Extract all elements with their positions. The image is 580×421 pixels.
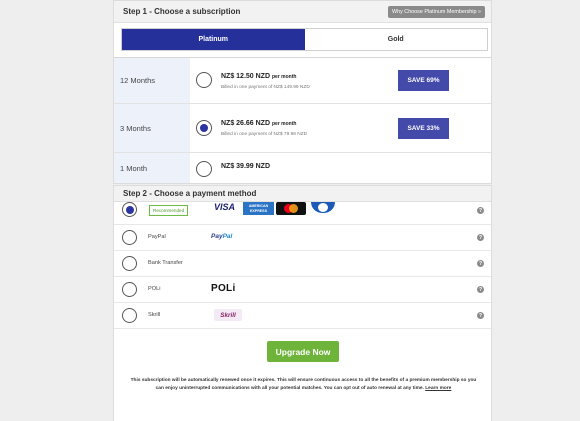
plan-tabs: Platinum Gold	[121, 28, 488, 51]
tab-gold[interactable]: Gold	[304, 29, 487, 50]
learn-more-link[interactable]: Learn more	[425, 386, 451, 391]
payment-method-paypal[interactable]: PayPal PayPal ?	[114, 225, 491, 251]
plan-term-label: 1 Month	[114, 153, 190, 183]
subscription-card: Step 1 - Choose a subscription Why Choos…	[113, 0, 492, 184]
payment-radio-paypal[interactable]	[122, 230, 137, 245]
plan-billed-note: Billed in one payment of NZ$ 79.98 NZD	[221, 132, 308, 137]
upgrade-now-button[interactable]: Upgrade Now	[267, 341, 339, 362]
payment-method-name: POLi	[148, 286, 161, 292]
plan-row-3-months[interactable]: 3 Months NZ$ 26.66 NZD per month Billed …	[114, 103, 491, 152]
paypal-logo-pay: Pay	[211, 233, 223, 240]
save-badge-3-months: SAVE 33%	[398, 118, 449, 139]
tab-platinum[interactable]: Platinum	[122, 29, 305, 50]
step1-header: Step 1 - Choose a subscription Why Choos…	[114, 1, 491, 23]
plan-price-value: NZ$ 26.66 NZD	[221, 120, 271, 127]
payment-radio-skrill[interactable]	[122, 308, 137, 323]
payment-method-poli[interactable]: POLi POLi ?	[114, 277, 491, 303]
payment-method-name: PayPal	[148, 234, 166, 240]
plan-list: 12 Months NZ$ 12.50 NZD per month Billed…	[114, 57, 491, 183]
recommended-badge: Recommended	[149, 205, 189, 216]
payment-radio-bank-transfer[interactable]	[122, 256, 137, 271]
mastercard-icon	[276, 202, 306, 215]
payment-method-name: Skrill	[148, 312, 161, 318]
poli-logo: POLi	[211, 283, 236, 294]
plan-price-per: per month	[271, 121, 297, 127]
payment-radio-card[interactable]	[122, 202, 137, 217]
payment-method-bank-transfer[interactable]: Bank Transfer ?	[114, 251, 491, 277]
payment-radio-poli[interactable]	[122, 282, 137, 297]
plan-radio-12-months[interactable]	[196, 72, 212, 88]
help-icon[interactable]: ?	[477, 286, 484, 293]
plan-body: NZ$ 12.50 NZD per month Billed in one pa…	[190, 58, 491, 103]
plan-body: NZ$ 26.66 NZD per month Billed in one pa…	[190, 104, 491, 152]
auto-renew-note: This subscription will be automatically …	[126, 377, 481, 392]
help-icon[interactable]: ?	[477, 207, 484, 214]
paypal-logo: PayPal	[211, 233, 232, 240]
skrill-logo: Skrill	[214, 309, 242, 321]
payment-method-card[interactable]: Recommended VISA AMERICAN EXPRESS ?	[114, 202, 491, 225]
help-icon[interactable]: ?	[477, 260, 484, 267]
payment-method-name: Bank Transfer	[148, 260, 183, 266]
step2-header: Step 2 - Choose a payment method	[114, 186, 491, 202]
step1-title: Step 1 - Choose a subscription	[123, 7, 241, 16]
plan-price: NZ$ 26.66 NZD per month	[221, 120, 296, 127]
diners-club-icon	[311, 202, 335, 213]
plan-radio-3-months[interactable]	[196, 120, 212, 136]
paypal-logo-pal: Pal	[222, 233, 233, 240]
plan-term-label: 12 Months	[114, 58, 190, 103]
help-icon[interactable]: ?	[477, 234, 484, 241]
plan-body: NZ$ 39.99 NZD	[190, 153, 491, 183]
plan-price-per: per month	[271, 74, 297, 80]
plan-radio-1-month[interactable]	[196, 161, 212, 177]
payment-method-list: Recommended VISA AMERICAN EXPRESS ? PayP…	[114, 202, 491, 329]
payment-card: Step 2 - Choose a payment method Recomme…	[113, 185, 492, 421]
plan-row-1-month[interactable]: 1 Month NZ$ 39.99 NZD	[114, 152, 491, 183]
plan-price: NZ$ 12.50 NZD per month	[221, 73, 296, 80]
step2-title: Step 2 - Choose a payment method	[123, 189, 257, 198]
plan-price-value: NZ$ 12.50 NZD	[221, 73, 271, 80]
plan-billed-note: Billed in one payment of NZ$ 149.99 NZD	[221, 85, 310, 90]
amex-logo: AMERICAN EXPRESS	[243, 202, 274, 215]
save-badge-12-months: SAVE 69%	[398, 70, 449, 91]
help-icon[interactable]: ?	[477, 312, 484, 319]
plan-term-label: 3 Months	[114, 104, 190, 152]
visa-logo: VISA	[214, 202, 236, 212]
payment-method-skrill[interactable]: Skrill Skrill ?	[114, 303, 491, 329]
why-choose-platinum-button[interactable]: Why Choose Platinum Membership »	[388, 5, 485, 18]
plan-row-12-months[interactable]: 12 Months NZ$ 12.50 NZD per month Billed…	[114, 57, 491, 103]
plan-price-value: NZ$ 39.99 NZD	[221, 163, 271, 170]
